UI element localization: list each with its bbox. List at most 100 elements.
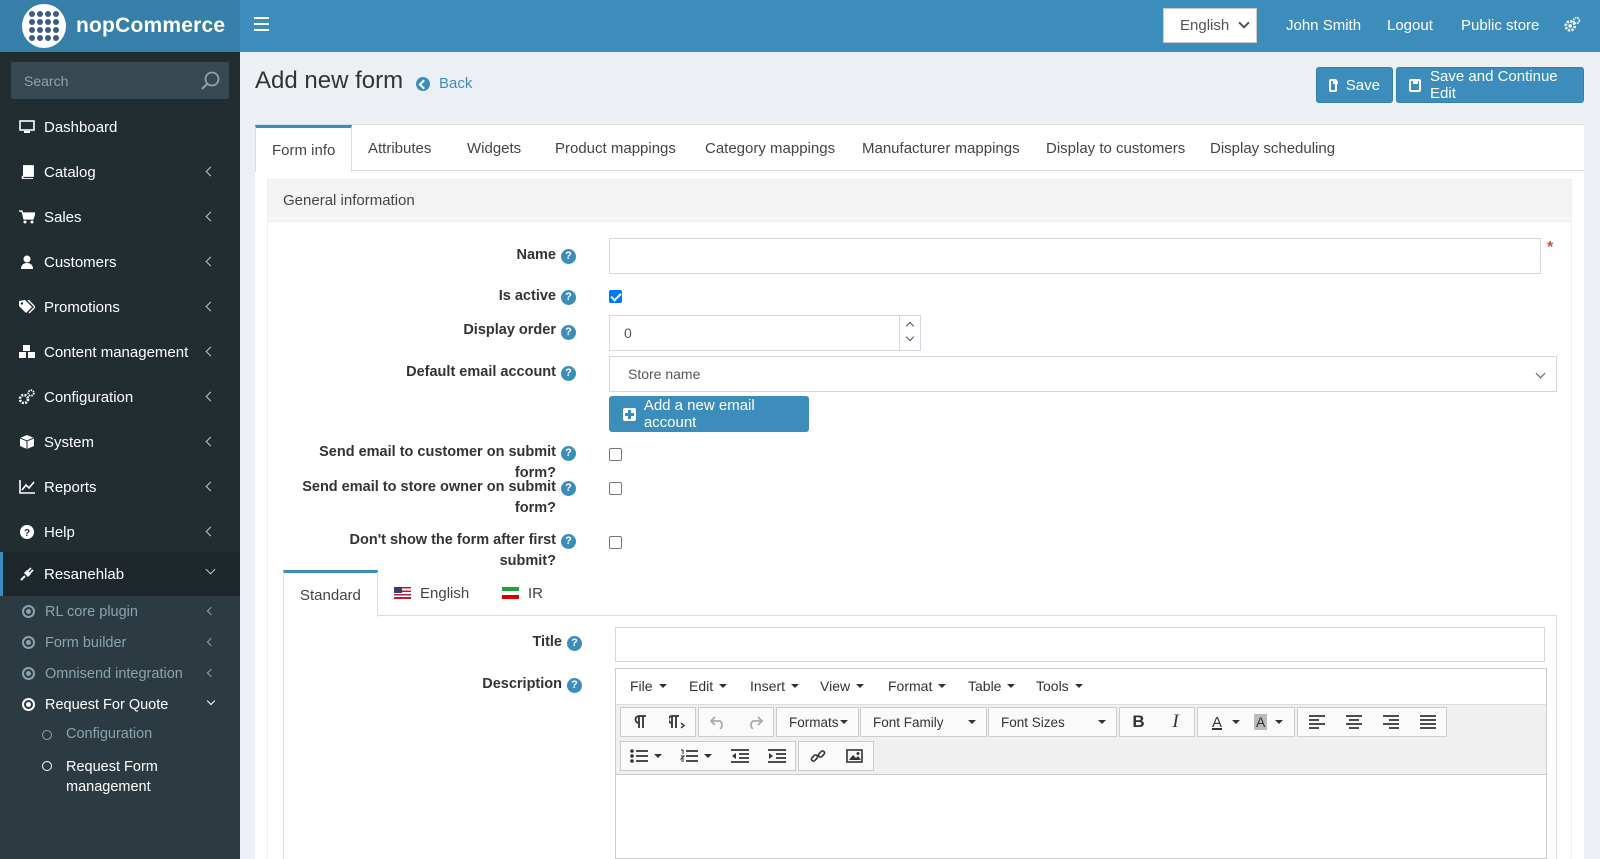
menu-format[interactable]: Format bbox=[888, 678, 947, 694]
tab-display-scheduling[interactable]: Display scheduling bbox=[1210, 125, 1335, 171]
sidebar-item-sales[interactable]: Sales bbox=[0, 195, 240, 239]
align-center-icon[interactable] bbox=[1335, 708, 1372, 736]
font-sizes-dropdown[interactable]: Font Sizes bbox=[988, 707, 1117, 737]
align-left-icon[interactable] bbox=[1298, 708, 1335, 736]
help-icon[interactable]: ? bbox=[567, 678, 582, 693]
caret-down-icon bbox=[791, 684, 800, 688]
tab-attributes[interactable]: Attributes bbox=[368, 125, 431, 171]
text-color-button[interactable]: A bbox=[1202, 708, 1246, 736]
caret-down-icon bbox=[658, 684, 667, 688]
menu-view[interactable]: View bbox=[820, 678, 865, 694]
sidebar-item-catalog[interactable]: Catalog bbox=[0, 150, 240, 194]
numbered-list-button[interactable] bbox=[671, 742, 721, 770]
font-sizes-button[interactable]: Font Sizes bbox=[989, 708, 1116, 736]
save-button[interactable]: Save bbox=[1316, 67, 1393, 103]
indent-icon[interactable] bbox=[758, 742, 795, 770]
logo[interactable]: nopCommerce bbox=[0, 0, 240, 52]
title-label: Title bbox=[532, 634, 562, 650]
help-icon[interactable]: ? bbox=[561, 446, 576, 461]
ltr-paragraph-icon[interactable] bbox=[621, 708, 658, 736]
help-icon[interactable]: ? bbox=[567, 636, 582, 651]
menu-insert[interactable]: Insert bbox=[750, 678, 800, 694]
tab-english[interactable]: English bbox=[394, 570, 469, 616]
help-icon[interactable]: ? bbox=[561, 290, 576, 305]
formats-button[interactable]: Formats bbox=[777, 708, 858, 736]
title-input[interactable] bbox=[615, 627, 1545, 662]
sidebar-item-help[interactable]: ? Help bbox=[0, 510, 240, 554]
redo-icon[interactable] bbox=[736, 708, 773, 736]
bold-icon[interactable]: B bbox=[1120, 708, 1157, 736]
background-color-button[interactable]: A bbox=[1248, 708, 1292, 736]
menu-file[interactable]: File bbox=[630, 678, 667, 694]
formats-dropdown[interactable]: Formats bbox=[776, 707, 859, 737]
rtl-paragraph-icon[interactable] bbox=[658, 708, 695, 736]
help-icon[interactable]: ? bbox=[561, 366, 576, 381]
tab-standard[interactable]: Standard bbox=[283, 570, 378, 617]
help-icon[interactable]: ? bbox=[561, 249, 576, 264]
menu-table[interactable]: Table bbox=[968, 678, 1016, 694]
sidebar-item-promotions[interactable]: Promotions bbox=[0, 285, 240, 329]
chevron-up-icon[interactable] bbox=[905, 321, 915, 331]
sidebar-item-configuration[interactable]: Configuration bbox=[0, 375, 240, 419]
sidebar-item-form-builder[interactable]: Form builder bbox=[0, 627, 240, 658]
menu-edit[interactable]: Edit bbox=[689, 678, 728, 694]
user-name-link[interactable]: John Smith bbox=[1286, 17, 1361, 34]
link-icon[interactable] bbox=[799, 742, 836, 770]
tab-product-mappings[interactable]: Product mappings bbox=[555, 125, 676, 171]
name-input[interactable] bbox=[609, 238, 1541, 274]
us-flag-icon bbox=[394, 587, 411, 599]
display-order-input[interactable]: 0 bbox=[609, 315, 921, 351]
send-email-customer-checkbox[interactable] bbox=[609, 448, 622, 461]
help-icon[interactable]: ? bbox=[561, 534, 576, 549]
public-store-link[interactable]: Public store bbox=[1461, 17, 1539, 34]
menu-tools[interactable]: Tools bbox=[1036, 678, 1083, 694]
sidebar-item-reports[interactable]: Reports bbox=[0, 465, 240, 509]
sidebar-item-system[interactable]: System bbox=[0, 420, 240, 464]
sidebar-item-request-for-quote[interactable]: Request For Quote bbox=[0, 689, 240, 720]
sidebar-item-request-form-management[interactable]: Request Form management bbox=[0, 757, 200, 797]
sidebar-search-input[interactable]: Search bbox=[11, 62, 229, 99]
chevron-down-icon[interactable] bbox=[905, 332, 915, 342]
sidebar-item-dashboard[interactable]: Dashboard bbox=[0, 105, 240, 149]
tab-ir[interactable]: IR bbox=[502, 570, 543, 616]
sidebar-item-resanehlab[interactable]: Resanehlab bbox=[0, 552, 240, 596]
sidebar-item-customers[interactable]: Customers bbox=[0, 240, 240, 284]
display-order-stepper[interactable] bbox=[899, 315, 921, 351]
dont-show-form-checkbox[interactable] bbox=[609, 536, 622, 549]
tab-category-mappings[interactable]: Category mappings bbox=[705, 125, 835, 171]
menu-toggle-icon[interactable] bbox=[254, 17, 269, 31]
font-family-button[interactable]: Font Family bbox=[861, 708, 986, 736]
align-justify-icon[interactable] bbox=[1409, 708, 1446, 736]
bullet-list-button[interactable] bbox=[621, 742, 671, 770]
image-icon[interactable] bbox=[836, 742, 873, 770]
is-active-checkbox[interactable] bbox=[609, 290, 622, 303]
italic-icon[interactable]: I bbox=[1157, 708, 1194, 736]
tab-display-to-customers[interactable]: Display to customers bbox=[1046, 125, 1185, 171]
search-icon[interactable] bbox=[199, 70, 221, 92]
font-family-dropdown[interactable]: Font Family bbox=[860, 707, 987, 737]
dot-circle-icon bbox=[22, 605, 35, 618]
outdent-icon[interactable] bbox=[721, 742, 758, 770]
send-email-owner-checkbox[interactable] bbox=[609, 482, 622, 495]
help-icon[interactable]: ? bbox=[561, 481, 576, 496]
default-email-account-select[interactable]: Store name bbox=[609, 356, 1557, 392]
tab-form-info[interactable]: Form info bbox=[255, 125, 353, 172]
back-link[interactable]: Back bbox=[416, 75, 472, 92]
add-email-account-button[interactable]: Add a new email account bbox=[609, 396, 809, 432]
align-right-icon[interactable] bbox=[1372, 708, 1409, 736]
save-continue-button[interactable]: Save and Continue Edit bbox=[1396, 67, 1584, 103]
sidebar-item-omnisend-integration[interactable]: Omnisend integration bbox=[0, 658, 240, 689]
help-icon[interactable]: ? bbox=[561, 325, 576, 340]
sidebar-item-content-management[interactable]: Content management bbox=[0, 330, 240, 374]
sidebar-item-rfq-configuration[interactable]: Configuration bbox=[0, 726, 240, 742]
gears-icon[interactable] bbox=[1563, 16, 1581, 34]
sidebar-item-label: RL core plugin bbox=[45, 603, 138, 620]
bullet-list-icon bbox=[630, 749, 648, 763]
tab-manufacturer-mappings[interactable]: Manufacturer mappings bbox=[862, 125, 1020, 171]
formats-label: Formats bbox=[789, 714, 839, 730]
logout-link[interactable]: Logout bbox=[1387, 17, 1433, 34]
tab-widgets[interactable]: Widgets bbox=[467, 125, 521, 171]
language-select[interactable]: English bbox=[1163, 8, 1257, 43]
sidebar-item-rl-core-plugin[interactable]: RL core plugin bbox=[0, 596, 240, 627]
undo-icon[interactable] bbox=[699, 708, 736, 736]
